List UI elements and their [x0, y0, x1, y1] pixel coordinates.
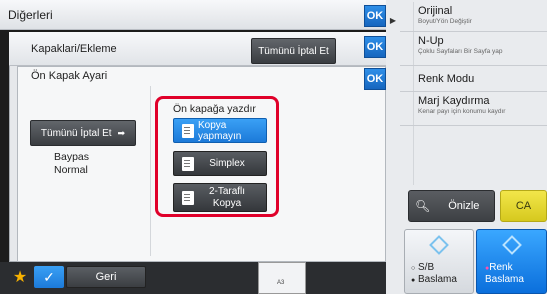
divider: [150, 86, 151, 256]
option-duplex-label-2: Kopya: [212, 197, 242, 209]
option-no-copy-label: Kopya yapmayın: [198, 119, 242, 142]
front-cover-cancel-all-button[interactable]: Tümünü İptal Et ➡: [30, 120, 136, 146]
front-cover-ok-button[interactable]: OK: [364, 68, 386, 90]
document-icon: [182, 123, 194, 138]
clear-all-button[interactable]: CA: [500, 190, 547, 222]
start-color-text: ●Renk Baslama: [485, 262, 524, 285]
menu-item-n-up-sub: Çoklu Sayfaları Bir Sayfa yap: [418, 48, 503, 55]
top-bar: [0, 0, 386, 30]
preview-label: Önizle: [448, 200, 480, 212]
start-color-label-1: Renk: [489, 262, 513, 273]
option-duplex-text: 2-Taraflı Kopya: [198, 186, 266, 210]
check-icon[interactable]: ✓: [34, 266, 64, 288]
covers-ok-button[interactable]: OK: [364, 36, 386, 58]
document-icon: [182, 156, 194, 171]
start-bw-button[interactable]: ○ S/B ● Baslama: [404, 229, 474, 294]
option-duplex-label-1: 2-Taraflı: [208, 185, 246, 197]
tray-label-2: Normal: [54, 164, 88, 176]
paper-tray-thumbnail: A3: [258, 262, 306, 294]
top-bar-title: Diğerleri: [8, 8, 53, 22]
play-icon[interactable]: ▶: [386, 10, 400, 30]
start-color-button[interactable]: ●Renk Baslama: [476, 229, 547, 294]
start-bw-label-2: Baslama: [418, 274, 457, 285]
menu-item-color-mode-title: Renk Modu: [418, 73, 475, 85]
menu-item-margin-shift-sub: Kenar payı için konumu kaydır: [418, 108, 506, 115]
back-button[interactable]: Geri: [66, 266, 146, 288]
menu-item-original-title: Orijinal: [418, 5, 453, 17]
menu-item-n-up-title: N-Up: [418, 35, 444, 47]
star-icon[interactable]: ★: [10, 266, 30, 288]
diamond-start-icon: [501, 235, 522, 255]
option-simplex[interactable]: Simplex: [173, 151, 267, 176]
start-color-icon-wrap: [477, 235, 546, 255]
menu-item-margin-shift[interactable]: Marj Kaydırma Kenar payı için konumu kay…: [400, 92, 547, 126]
option-duplex[interactable]: 2-Taraflı Kopya: [173, 183, 267, 212]
start-color-label-2: Baslama: [485, 274, 524, 285]
front-cover-dialog-title: Ön Kapak Ayari: [31, 70, 108, 82]
thumb-label: A3: [277, 280, 285, 286]
print-on-cover-label: Ön kapağa yazdır: [173, 103, 256, 115]
arrow-right-icon: ➡: [117, 127, 126, 138]
covers-cancel-all-button[interactable]: Tümünü İptal Et: [251, 38, 336, 64]
top-ok-button[interactable]: OK: [364, 5, 386, 27]
diamond-start-icon: [429, 235, 449, 255]
start-bw-label-1: S/B: [418, 262, 435, 273]
preview-icon: 🔍︎: [415, 199, 431, 213]
covers-dialog-title: Kapaklari/Ekleme: [31, 43, 117, 55]
option-no-copy[interactable]: Kopya yapmayın: [173, 118, 267, 143]
menu-item-original[interactable]: Orijinal Boyut/Yön Değiştir: [400, 2, 547, 32]
preview-button[interactable]: 🔍︎ Önizle: [408, 190, 495, 222]
document-icon: [182, 190, 194, 205]
option-simplex-label: Simplex: [209, 158, 245, 169]
menu-item-margin-shift-title: Marj Kaydırma: [418, 95, 490, 107]
menu-item-original-sub: Boyut/Yön Değiştir: [418, 18, 472, 25]
start-bw-icon-wrap: [405, 235, 473, 255]
menu-item-color-mode[interactable]: Renk Modu: [400, 66, 547, 92]
tray-label-1: Baypas: [54, 151, 90, 163]
cancel-all-label: Tümünü İptal Et: [40, 127, 112, 139]
menu-item-n-up[interactable]: N-Up Çoklu Sayfaları Bir Sayfa yap: [400, 32, 547, 66]
start-bw-text: ○ S/B ● Baslama: [411, 262, 457, 285]
